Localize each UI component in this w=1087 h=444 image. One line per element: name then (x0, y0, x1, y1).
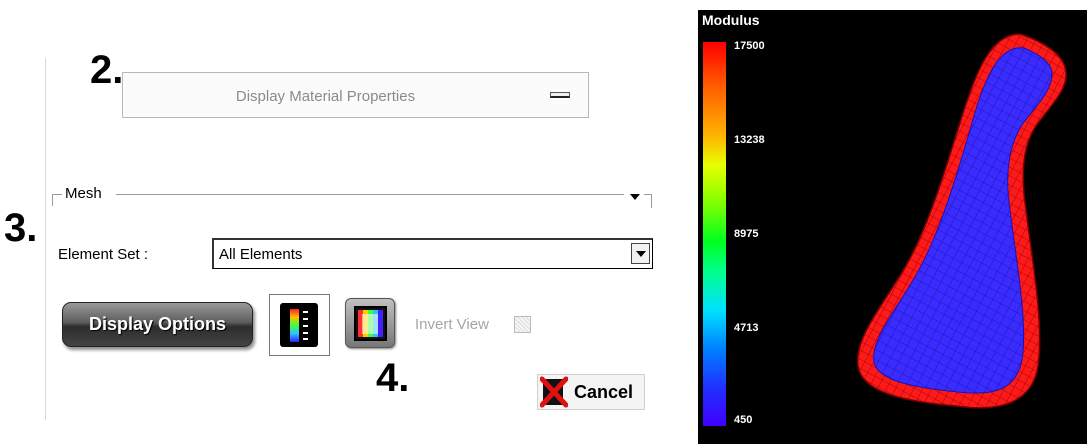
collapse-arrow-icon[interactable] (630, 194, 640, 200)
display-options-button[interactable]: Display Options (62, 302, 253, 347)
toggle-indicator-icon (550, 92, 570, 98)
group-border-top-left (52, 194, 62, 195)
panel-divider-line (45, 58, 46, 420)
step-label-4: 4. (376, 356, 410, 400)
step-label-2: 2. (90, 48, 124, 92)
colorbar-icon-tick (303, 318, 308, 320)
cancel-label: Cancel (574, 382, 634, 402)
element-set-dropdown[interactable]: All Elements (212, 238, 653, 269)
cancel-button[interactable]: Cancel (537, 374, 645, 410)
color-view-icon (354, 306, 387, 341)
legend-tick-label: 450 (734, 414, 753, 426)
invert-view-checkbox[interactable] (514, 316, 531, 333)
colorbar-icon-gradient (290, 309, 299, 342)
mesh-group-title: Mesh (63, 185, 104, 202)
legend-tick-label: 13238 (734, 134, 765, 146)
red-x-icon (540, 376, 568, 408)
chevron-down-icon (636, 251, 646, 257)
colorbar-toggle-button[interactable] (269, 294, 330, 356)
mesh-viewer[interactable]: Modulus 17500 13238 8975 4713 450 (698, 10, 1087, 444)
invert-view-label: Invert View (415, 316, 489, 333)
element-set-label: Element Set : (58, 246, 149, 263)
legend-tick-label: 17500 (734, 40, 765, 52)
legend-tick-label: 8975 (734, 228, 759, 240)
colorbar-icon (280, 303, 318, 347)
colorbar-icon-tick (303, 332, 308, 334)
display-material-properties-button[interactable]: Display Material Properties (122, 72, 589, 118)
colorbar-icon-tick (303, 325, 308, 327)
colorbar-icon-tick (303, 338, 308, 340)
group-border-top (116, 194, 624, 195)
color-view-toggle-button[interactable] (345, 298, 395, 348)
group-border-top-right (644, 194, 652, 195)
step-label-3: 3. (4, 206, 38, 250)
view-overlay (362, 314, 378, 334)
legend-tick-label: 4713 (734, 322, 759, 334)
legend-title: Modulus (702, 12, 760, 28)
colorbar-icon-tick (303, 311, 308, 313)
mesh-group: Mesh (52, 185, 652, 213)
dropdown-button[interactable] (631, 243, 650, 264)
group-border-right (651, 194, 652, 208)
bone-mesh-render (856, 33, 1067, 409)
legend-colorbar (703, 42, 726, 426)
group-border-left (52, 194, 53, 206)
element-set-value: All Elements (219, 246, 303, 263)
display-material-properties-label: Display Material Properties (235, 88, 416, 105)
